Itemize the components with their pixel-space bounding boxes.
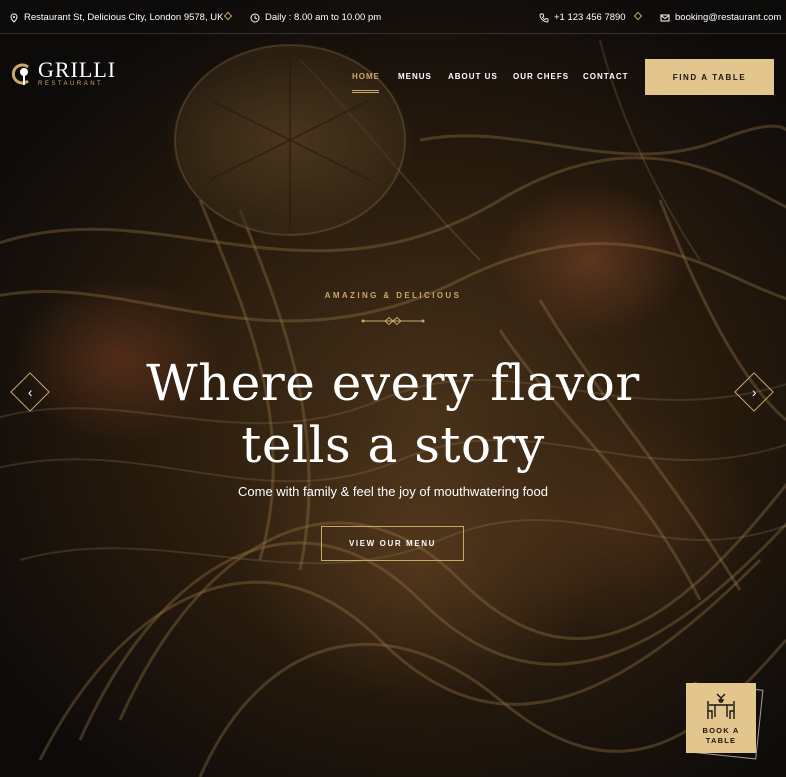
address-text: Restaurant St, Delicious City, London 95… [24,12,224,23]
phone-icon [539,13,549,22]
brand-logo[interactable]: GRILLI RESTAURANT [12,57,117,87]
address-item: Restaurant St, Delicious City, London 95… [9,12,223,23]
phone-text[interactable]: +1 123 456 7890 [554,12,626,23]
email-item[interactable]: booking@restaurant.com [660,12,781,23]
hero-kicker: AMAZING & DELICIOUS [324,291,462,300]
chevron-right-icon: › [751,383,757,400]
mail-icon [660,14,670,21]
headline-line-2: tells a story [241,416,545,474]
book-a-table-label: BOOK A TABLE [686,726,756,746]
hero-subtitle: Come with family & feel the joy of mouth… [238,484,548,499]
separator-diamond [223,11,233,21]
brand-name: GRILLI [38,57,117,82]
location-pin-icon [10,12,18,23]
chevron-left-icon: ‹ [27,383,33,400]
dining-table-icon [707,693,735,719]
clock-icon [250,13,260,22]
nav-home[interactable]: HOME [352,72,380,81]
hours-item: Daily : 8.00 am to 10.00 pm [250,12,381,23]
find-a-table-button[interactable]: FIND A TABLE [645,59,774,95]
book-label-line-2: TABLE [705,736,737,745]
hours-text: Daily : 8.00 am to 10.00 pm [265,12,382,23]
headline-line-1: Where every flavor [146,354,640,412]
ornament-divider [361,316,425,326]
separator-diamond [633,11,643,21]
email-text[interactable]: booking@restaurant.com [675,12,781,23]
nav-menus[interactable]: MENUS [398,72,432,81]
nav-contact[interactable]: CONTACT [583,72,629,81]
hero-headline: Where every flavor tells a story [0,352,786,476]
nav-our-chefs[interactable]: OUR CHEFS [513,72,569,81]
phone-item[interactable]: +1 123 456 7890 [539,12,626,23]
book-a-table-button[interactable]: BOOK A TABLE [686,683,756,753]
book-label-line-1: BOOK A [702,726,740,735]
top-info-bar: Restaurant St, Delicious City, London 95… [0,0,786,34]
logo-icon [12,63,29,85]
active-nav-indicator [352,90,379,93]
view-our-menu-button[interactable]: VIEW OUR MENU [321,526,464,561]
nav-about-us[interactable]: ABOUT US [448,72,498,81]
